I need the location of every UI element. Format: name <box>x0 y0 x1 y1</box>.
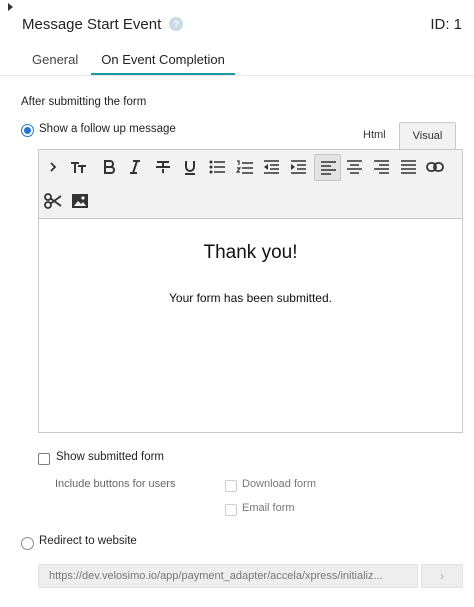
tab-divider <box>0 75 474 76</box>
rich-text-editor: Thank you! Your form has been submitted. <box>38 149 463 433</box>
email-form-label: Email form <box>242 502 295 514</box>
align-justify-icon[interactable] <box>396 155 420 179</box>
indent-icon[interactable] <box>286 155 310 179</box>
redirect-website-label[interactable]: Redirect to website <box>39 535 137 547</box>
bold-icon[interactable] <box>97 155 121 179</box>
show-submitted-form-checkbox[interactable] <box>38 453 50 465</box>
content-body: Your form has been submitted. <box>169 291 332 305</box>
email-form-checkbox[interactable] <box>225 504 237 516</box>
tab-bar: General On Event Completion <box>22 50 235 75</box>
content-heading: Thank you! <box>203 242 298 263</box>
download-form-label: Download form <box>242 478 316 490</box>
expand-arrow-icon[interactable] <box>8 3 13 11</box>
show-submitted-form-label[interactable]: Show submitted form <box>56 451 164 463</box>
outdent-icon[interactable] <box>259 155 283 179</box>
download-form-checkbox[interactable] <box>225 480 237 492</box>
align-left-icon[interactable] <box>314 154 341 181</box>
italic-icon[interactable] <box>123 155 147 179</box>
redirect-website-radio[interactable] <box>21 537 34 550</box>
bulleted-list-icon[interactable] <box>205 155 229 179</box>
chevron-right-icon[interactable]: › <box>421 564 463 588</box>
section-title: After submitting the form <box>21 96 147 108</box>
follow-up-message-radio[interactable] <box>21 124 34 137</box>
panel-title: Message Start Event <box>22 15 162 33</box>
editor-toolbar <box>39 150 462 219</box>
text-size-icon[interactable] <box>67 155 91 179</box>
align-right-icon[interactable] <box>369 155 393 179</box>
strikethrough-icon[interactable] <box>151 155 175 179</box>
tab-visual[interactable]: Visual <box>398 122 457 150</box>
include-buttons-label: Include buttons for users <box>55 478 176 490</box>
event-id-label: ID: 1 <box>430 15 462 33</box>
panel-header: Message Start Event ? ID: 1 <box>22 12 462 36</box>
numbered-list-icon[interactable] <box>232 155 256 179</box>
redirect-url-input[interactable]: https://dev.velosimo.io/app/payment_adap… <box>38 564 418 588</box>
tab-html[interactable]: Html <box>350 122 399 150</box>
chevron-right-icon[interactable] <box>41 155 65 179</box>
tab-on-event-completion[interactable]: On Event Completion <box>91 50 235 75</box>
link-icon[interactable] <box>423 155 447 179</box>
tab-general[interactable]: General <box>22 50 88 75</box>
align-center-icon[interactable] <box>342 155 366 179</box>
underline-icon[interactable] <box>178 155 202 179</box>
image-icon[interactable] <box>68 189 92 213</box>
editor-mode-tabs: Html Visual <box>350 122 457 150</box>
help-icon[interactable]: ? <box>169 17 184 31</box>
scissors-icon[interactable] <box>41 189 65 213</box>
follow-up-message-label[interactable]: Show a follow up message <box>39 123 176 135</box>
